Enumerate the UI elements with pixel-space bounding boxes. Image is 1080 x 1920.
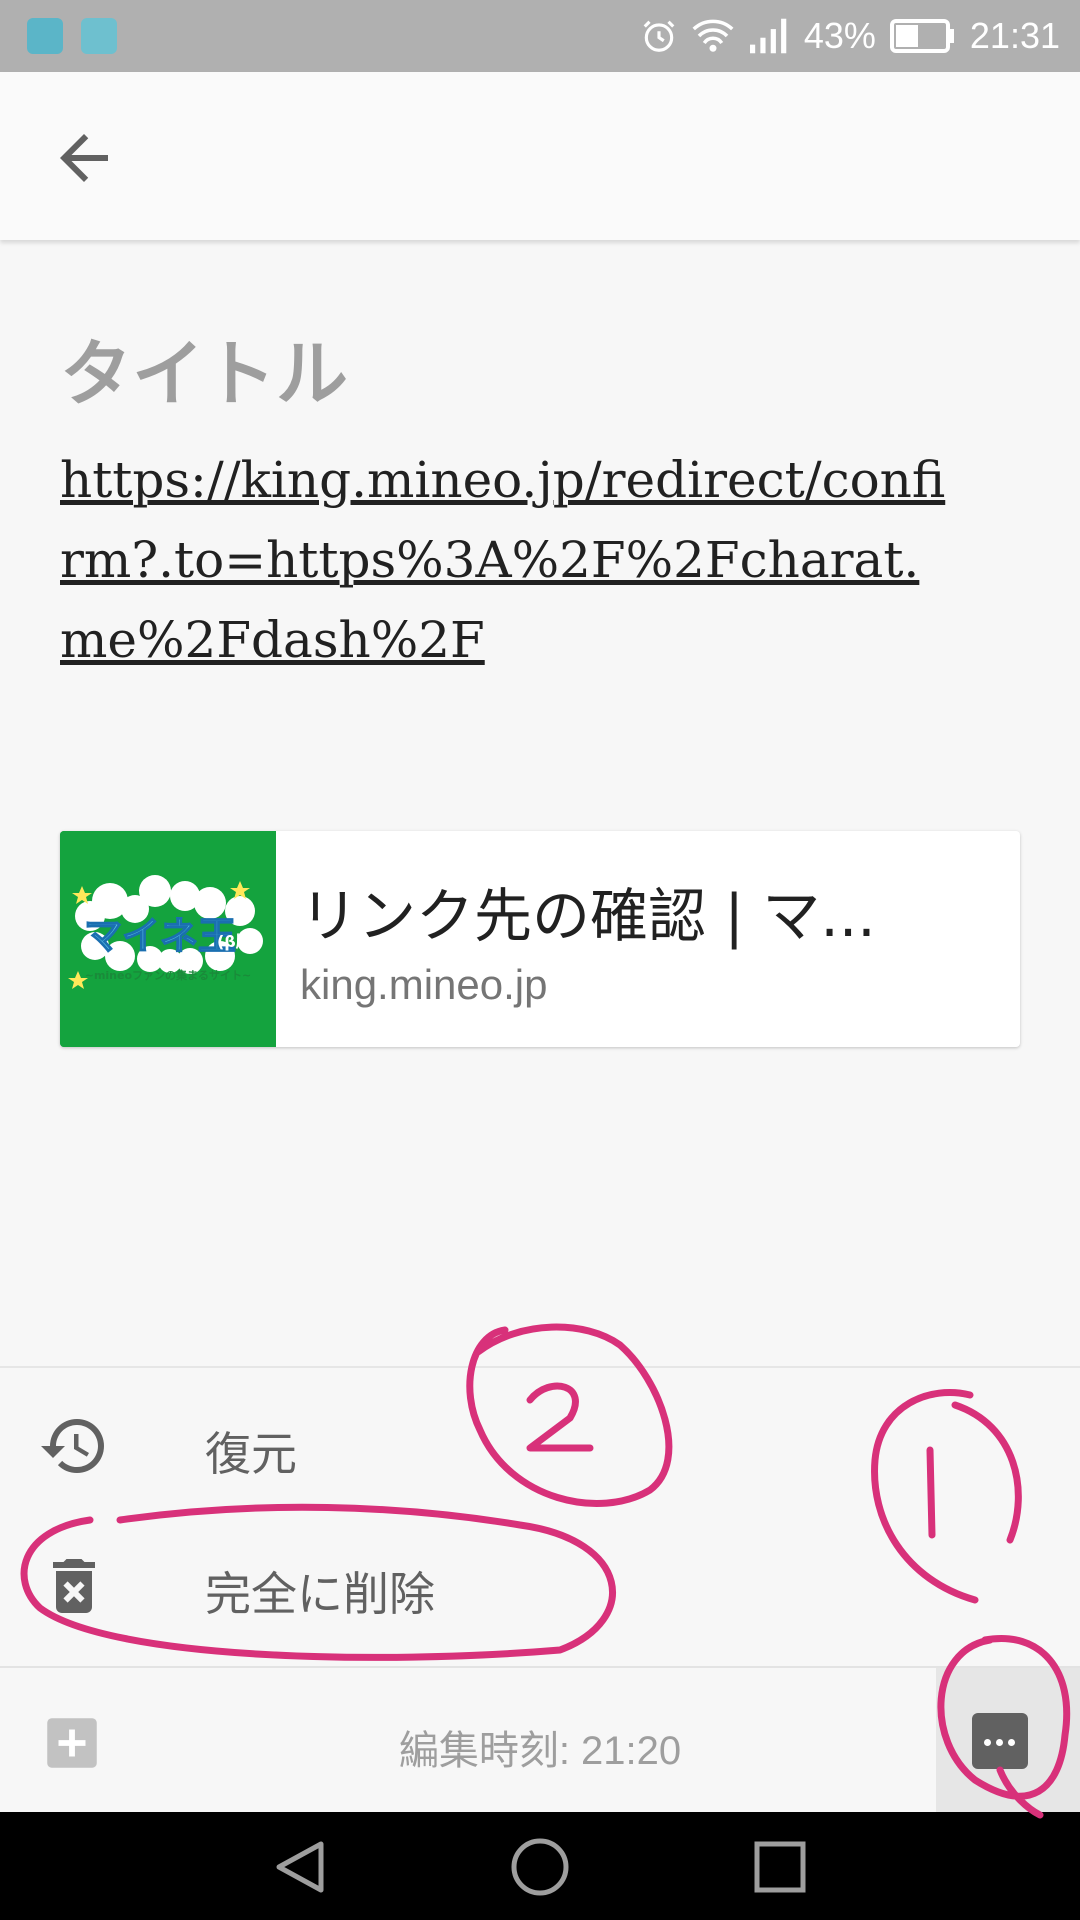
restore-label: 復元: [205, 1427, 297, 1481]
thumb-logo: マイネ王: [84, 914, 236, 958]
restore-menu-item[interactable]: 復元: [0, 1378, 1080, 1518]
delete-forever-label: 完全に削除: [205, 1567, 435, 1621]
navigation-bar: [0, 1812, 1080, 1920]
nav-home-icon[interactable]: [505, 1832, 575, 1902]
app-bar: [0, 72, 1080, 240]
wifi-icon: [692, 19, 734, 52]
gallery-app-icon: [81, 18, 117, 54]
thumb-beta: (β版): [217, 932, 259, 951]
delete-forever-menu-item[interactable]: 完全に削除: [0, 1518, 1080, 1658]
more-horiz-icon[interactable]: [972, 1713, 1028, 1769]
action-menu: 復元 完全に削除: [0, 1366, 1080, 1668]
more-options-area[interactable]: [936, 1668, 1080, 1814]
alarm-icon: [643, 20, 675, 52]
battery-percent: 43%: [803, 15, 876, 56]
bottom-toolbar: 編集時刻: 21:20: [0, 1666, 1080, 1814]
status-time: 21:31: [969, 15, 1060, 56]
restore-history-icon: [41, 1419, 104, 1473]
thumb-subtext: ~mineoファンの集まるサイト~: [85, 968, 252, 982]
link-preview-card[interactable]: マイネ王 (β版) ~mineoファンの集まるサイト~ リンク先の確認 | マ.…: [60, 831, 1020, 1047]
link-card-domain: king.mineo.jp: [300, 961, 548, 1008]
delete-forever-icon: [53, 1559, 95, 1613]
link-card-title: リンク先の確認 | マ...: [300, 882, 876, 950]
edit-time: 編集時刻: 21:20: [398, 1729, 682, 1773]
battery-icon: [889, 19, 954, 53]
note-title[interactable]: タイトル: [60, 315, 348, 420]
back-arrow-icon[interactable]: [48, 122, 120, 194]
site-thumbnail: マイネ王 (β版) ~mineoファンの集まるサイト~: [60, 831, 276, 1047]
nav-recents-icon[interactable]: [745, 1832, 815, 1902]
note-link[interactable]: https://king.mineo.jp/redirect/confirm?.…: [60, 440, 960, 680]
status-bar: 43% 21:31: [0, 0, 1080, 72]
lala-app-icon: [27, 18, 63, 54]
nav-back-icon[interactable]: [265, 1832, 335, 1902]
signal-icon: [749, 18, 787, 54]
